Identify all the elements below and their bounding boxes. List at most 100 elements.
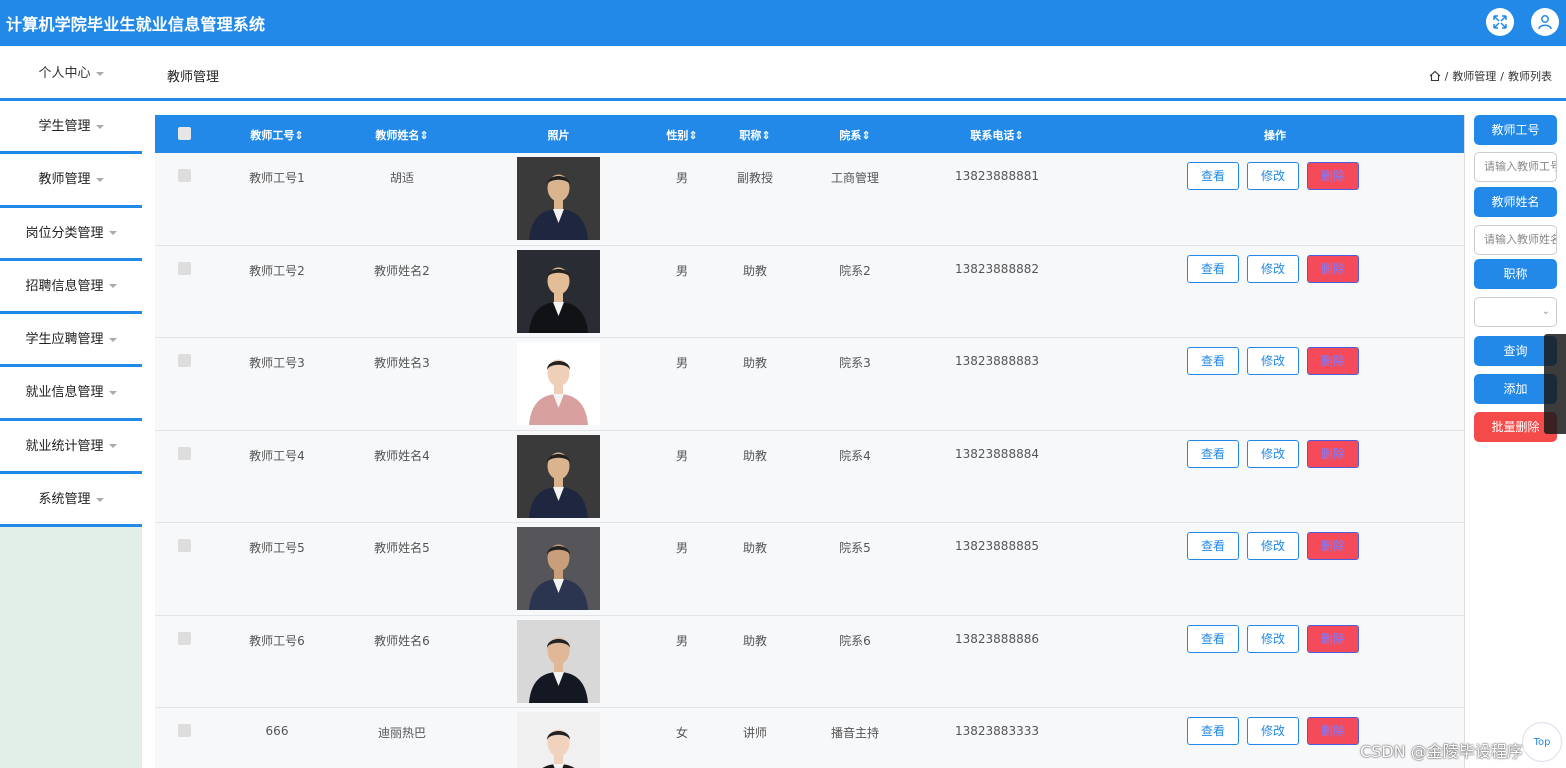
table-body: 教师工号1 胡适 男 副教授 工商管理 13823888881 查看 修改 删除…	[155, 153, 1464, 768]
sidebar-item-teacher[interactable]: 教师管理	[0, 154, 142, 208]
teacher-photo	[517, 527, 600, 610]
row-checkbox[interactable]	[178, 724, 191, 737]
delete-button[interactable]: 删除	[1307, 624, 1359, 653]
view-button[interactable]: 查看	[1187, 347, 1239, 375]
sidebar-item-job-category[interactable]: 岗位分类管理	[0, 207, 142, 261]
back-to-top-button[interactable]: Top	[1522, 722, 1562, 762]
cell-dept: 院系2	[839, 263, 871, 278]
row-checkbox[interactable]	[178, 631, 191, 645]
cell-title: 助教	[742, 356, 767, 370]
chevron-down-icon	[108, 444, 117, 449]
view-button[interactable]: 查看	[1187, 717, 1239, 745]
cell-gender: 男	[675, 356, 688, 370]
cell-teacher-name: 胡适	[389, 171, 414, 185]
cell-title: 助教	[742, 263, 767, 278]
edit-button[interactable]: 修改	[1247, 347, 1299, 375]
sidebar-item-employment[interactable]: 就业信息管理	[0, 367, 142, 421]
cell-teacher-name: 教师姓名2	[374, 263, 430, 278]
cell-teacher-name: 教师姓名3	[374, 356, 430, 370]
edit-button[interactable]: 修改	[1247, 532, 1299, 560]
teacher-id-input[interactable]: 请输入教师工号	[1474, 152, 1557, 182]
home-icon[interactable]	[1429, 70, 1441, 82]
cell-teacher-id: 教师工号5	[249, 541, 305, 555]
row-checkbox[interactable]	[178, 169, 191, 182]
cell-teacher-id: 教师工号1	[249, 171, 305, 185]
view-button[interactable]: 查看	[1187, 532, 1239, 560]
cell-title: 副教授	[736, 171, 773, 185]
cell-teacher-id: 666	[265, 724, 289, 738]
row-checkbox[interactable]	[178, 261, 191, 275]
header-dept[interactable]: 院系⇕	[815, 127, 895, 143]
teacher-name-label: 教师姓名	[1474, 187, 1557, 217]
header-phone[interactable]: 联系电话⇕	[942, 127, 1052, 143]
cell-dept: 院系4	[839, 448, 871, 463]
watermark: CSDN @金陵毕设程序	[1360, 742, 1523, 761]
view-button[interactable]: 查看	[1187, 162, 1239, 190]
sidebar-item-application[interactable]: 学生应聘管理	[0, 314, 142, 368]
teacher-name-input[interactable]: 请输入教师姓名	[1474, 225, 1557, 255]
title-select[interactable]: ⌄	[1474, 297, 1557, 327]
expand-icon[interactable]	[1486, 8, 1514, 36]
personal-center-menu[interactable]: 个人中心	[0, 46, 142, 101]
chevron-down-icon	[108, 337, 117, 342]
header-actions: 操作	[1264, 129, 1286, 142]
table-row: 教师工号4 教师姓名4 男 助教 院系4 13823888884 查看 修改 删…	[155, 430, 1464, 523]
cell-dept: 院系6	[839, 633, 871, 648]
header-gender[interactable]: 性别⇕	[652, 127, 712, 143]
cell-phone: 13823883333	[955, 724, 1039, 738]
header-teacher-id[interactable]: 教师工号⇕	[227, 127, 327, 143]
cell-teacher-name: 教师姓名4	[374, 448, 430, 463]
view-button[interactable]: 查看	[1187, 624, 1239, 653]
cell-title: 助教	[742, 541, 767, 555]
cell-teacher-name: 教师姓名6	[374, 633, 430, 648]
app-title: 计算机学院毕业生就业信息管理系统	[6, 15, 266, 34]
teacher-id-label: 教师工号	[1474, 115, 1557, 145]
chevron-down-icon	[95, 124, 104, 129]
delete-button[interactable]: 删除	[1307, 717, 1359, 745]
breadcrumb-item[interactable]: 教师管理	[1452, 68, 1496, 84]
teacher-table: 教师工号⇕ 教师姓名⇕ 照片 性别⇕ 职称⇕ 院系⇕ 联系电话⇕ 操作 教师工号…	[155, 115, 1465, 768]
edit-button[interactable]: 修改	[1247, 717, 1299, 745]
table-row: 教师工号2 教师姓名2 男 助教 院系2 13823888882 查看 修改 删…	[155, 245, 1464, 338]
sidebar-item-statistics[interactable]: 就业统计管理	[0, 420, 142, 475]
cell-teacher-id: 教师工号4	[249, 448, 305, 463]
delete-button[interactable]: 删除	[1307, 254, 1359, 283]
cell-dept: 播音主持	[830, 726, 879, 740]
row-checkbox[interactable]	[178, 539, 191, 552]
teacher-photo	[517, 434, 600, 518]
sidebar-item-student[interactable]: 学生管理	[0, 101, 142, 155]
cell-title: 讲师	[742, 726, 767, 740]
cell-phone: 13823888885	[955, 539, 1039, 553]
select-all-checkbox[interactable]	[178, 127, 191, 140]
user-icon[interactable]	[1531, 8, 1559, 36]
cell-title: 助教	[742, 448, 767, 463]
edit-button[interactable]: 修改	[1247, 624, 1299, 653]
header-teacher-name[interactable]: 教师姓名⇕	[352, 127, 452, 143]
teacher-photo	[517, 712, 600, 768]
cell-dept: 工商管理	[830, 171, 879, 185]
chevron-down-icon	[95, 71, 104, 76]
row-checkbox[interactable]	[178, 354, 191, 367]
teacher-photo	[517, 249, 600, 333]
edit-button[interactable]: 修改	[1247, 254, 1299, 283]
delete-button[interactable]: 删除	[1307, 532, 1359, 560]
delete-button[interactable]: 删除	[1307, 162, 1359, 190]
sidebar-item-system[interactable]: 系统管理	[0, 474, 142, 528]
delete-button[interactable]: 删除	[1307, 347, 1359, 375]
title-label: 职称	[1474, 259, 1557, 289]
view-button[interactable]: 查看	[1187, 254, 1239, 283]
top-header: 计算机学院毕业生就业信息管理系统	[0, 0, 1566, 46]
row-checkbox[interactable]	[178, 446, 191, 460]
cell-phone: 13823888882	[955, 261, 1039, 276]
side-drawer-handle[interactable]	[1544, 334, 1566, 434]
header-title[interactable]: 职称⇕	[725, 127, 785, 143]
table-header: 教师工号⇕ 教师姓名⇕ 照片 性别⇕ 职称⇕ 院系⇕ 联系电话⇕ 操作	[155, 115, 1464, 153]
view-button[interactable]: 查看	[1187, 439, 1239, 468]
delete-button[interactable]: 删除	[1307, 439, 1359, 468]
sidebar: 学生管理 教师管理 岗位分类管理 招聘信息管理 学生应聘管理 就业信息管理 就业…	[0, 101, 142, 768]
edit-button[interactable]: 修改	[1247, 162, 1299, 190]
sidebar-item-recruitment[interactable]: 招聘信息管理	[0, 260, 142, 315]
cell-gender: 男	[675, 541, 688, 555]
edit-button[interactable]: 修改	[1247, 439, 1299, 468]
cell-teacher-id: 教师工号3	[249, 356, 305, 370]
